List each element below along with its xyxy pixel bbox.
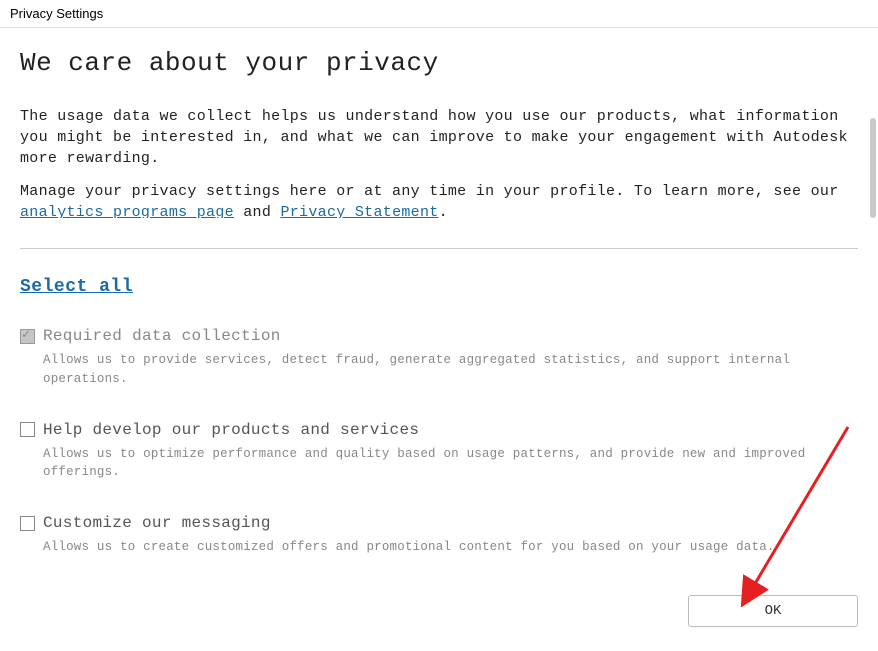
option-header: Help develop our products and services <box>20 421 858 439</box>
option-description: Allows us to provide services, detect fr… <box>43 351 858 389</box>
checkbox-customize-messaging[interactable] <box>20 516 35 531</box>
option-title: Help develop our products and services <box>43 421 419 439</box>
select-all-link[interactable]: Select all <box>20 277 133 297</box>
intro-text-suffix: . <box>439 204 448 218</box>
option-header: Required data collection <box>20 327 858 345</box>
intro-scroll-area: We care about your privacy The usage dat… <box>0 28 878 218</box>
checkbox-required-data <box>20 329 35 344</box>
option-description: Allows us to optimize performance and qu… <box>43 445 858 483</box>
option-required-data: Required data collection Allows us to pr… <box>0 327 878 389</box>
page-heading: We care about your privacy <box>20 48 858 78</box>
ok-button[interactable]: OK <box>688 595 858 627</box>
window-title: Privacy Settings <box>0 0 878 28</box>
scrollbar[interactable] <box>870 118 876 218</box>
option-description: Allows us to create customized offers an… <box>43 538 858 557</box>
option-help-develop: Help develop our products and services A… <box>0 421 878 483</box>
analytics-programs-link[interactable]: analytics programs page <box>20 204 234 218</box>
intro-paragraph-2: Manage your privacy settings here or at … <box>20 181 858 218</box>
privacy-statement-link[interactable]: Privacy Statement <box>280 204 438 218</box>
option-header: Customize our messaging <box>20 514 858 532</box>
content-wrapper: We care about your privacy The usage dat… <box>0 28 878 647</box>
option-title: Required data collection <box>43 327 281 345</box>
option-title: Customize our messaging <box>43 514 271 532</box>
intro-text-mid: and <box>234 204 281 218</box>
checkbox-help-develop[interactable] <box>20 422 35 437</box>
intro-paragraph-1: The usage data we collect helps us under… <box>20 106 858 169</box>
option-customize-messaging: Customize our messaging Allows us to cre… <box>0 514 878 557</box>
intro-text-prefix: Manage your privacy settings here or at … <box>20 183 839 200</box>
section-divider <box>20 248 858 249</box>
